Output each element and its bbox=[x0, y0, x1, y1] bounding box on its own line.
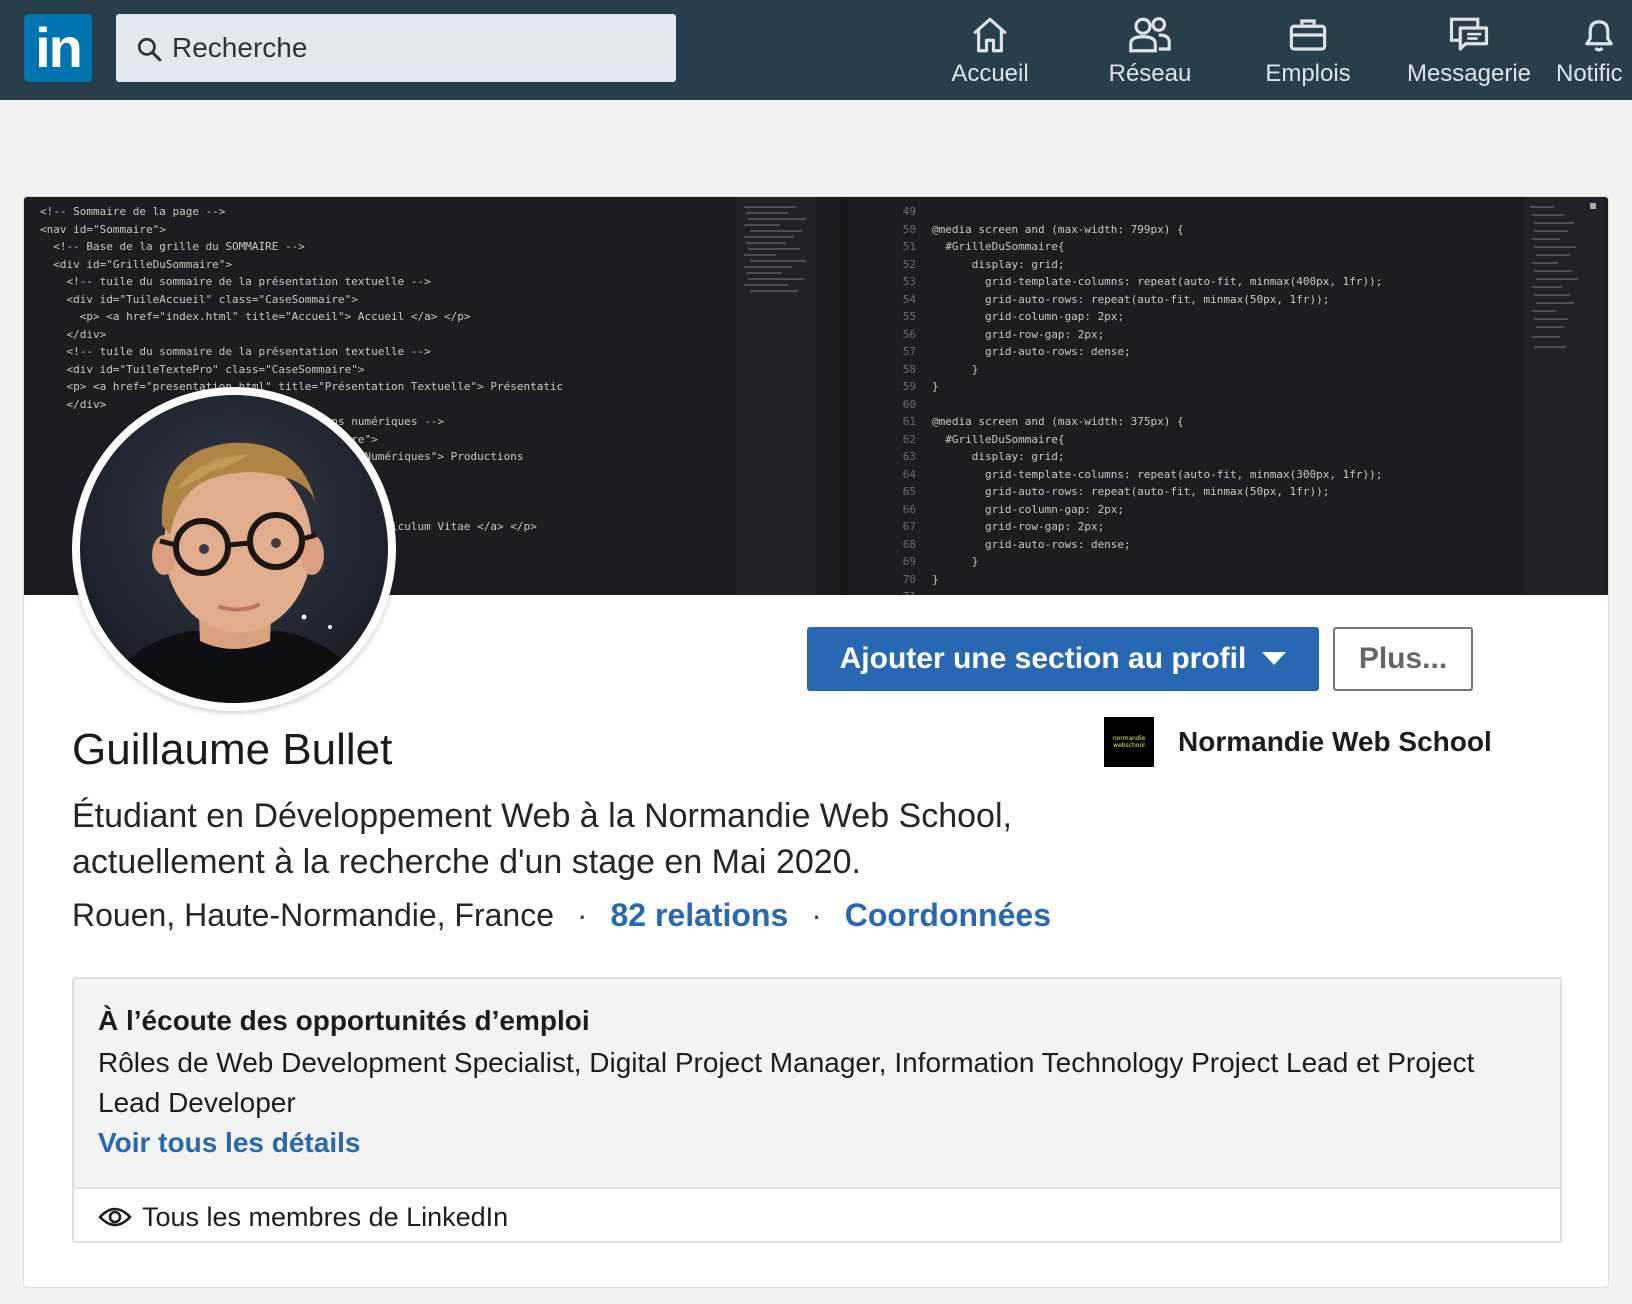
home-icon bbox=[973, 17, 1007, 53]
nav-item-home[interactable]: Accueil bbox=[934, 14, 1046, 94]
profile-photo-illustration bbox=[100, 442, 372, 703]
search-input[interactable] bbox=[172, 14, 662, 82]
open-to-work-roles: Rôles de Web Development Specialist, Dig… bbox=[98, 1047, 1475, 1118]
open-to-work-title: À l’écoute des opportunités d’emploi bbox=[98, 1005, 590, 1036]
caret-down-icon bbox=[1262, 652, 1287, 665]
separator-dot: · bbox=[576, 897, 588, 933]
banner-line-numbers: 49 50 51 52 53 54 55 56 57 58 59 60 61 6… bbox=[902, 205, 916, 595]
education-link[interactable]: normandie webschool Normandie Web School bbox=[1104, 717, 1492, 767]
banner-split-divider bbox=[840, 197, 848, 595]
visibility-row: Tous les membres de LinkedIn bbox=[74, 1187, 1560, 1241]
profile-meta: Rouen, Haute-Normandie, France · 82 rela… bbox=[72, 897, 1051, 934]
eye-icon bbox=[98, 1207, 132, 1227]
nav-item-label: Réseau bbox=[1108, 60, 1192, 87]
banner-minimap-right bbox=[1524, 197, 1604, 595]
network-icon bbox=[1129, 17, 1171, 53]
open-to-work-content: À l’écoute des opportunités d’emploi Rôl… bbox=[74, 979, 1560, 1187]
contact-info-link[interactable]: Coordonnées bbox=[845, 897, 1051, 933]
nav-item-notifications[interactable]: Notific bbox=[1556, 14, 1632, 94]
profile-headline: Étudiant en Développement Web à la Norma… bbox=[72, 797, 1012, 881]
open-to-work-box: À l’écoute des opportunités d’emploi Rôl… bbox=[72, 977, 1562, 1243]
profile-photo bbox=[80, 395, 388, 703]
school-name: Normandie Web School bbox=[1178, 726, 1492, 757]
connections-link[interactable]: 82 relations bbox=[610, 897, 788, 933]
messaging-icon bbox=[1449, 17, 1489, 51]
profile-location: Rouen, Haute-Normandie, France bbox=[72, 897, 555, 933]
search-icon bbox=[137, 37, 162, 62]
bell-icon bbox=[1585, 20, 1613, 52]
minimap-lines-right bbox=[1530, 203, 1596, 348]
nav-item-jobs[interactable]: Emplois bbox=[1256, 14, 1360, 94]
separator-dot: · bbox=[811, 897, 822, 933]
add-profile-section-button[interactable]: Ajouter une section au profil bbox=[807, 627, 1319, 691]
nav-item-label: Messagerie bbox=[1406, 60, 1532, 87]
minimap-lines bbox=[744, 206, 806, 292]
more-button[interactable]: Plus... bbox=[1333, 627, 1473, 691]
nav-item-label: Emplois bbox=[1265, 60, 1351, 87]
add-profile-section-label: Ajouter une section au profil bbox=[839, 642, 1247, 675]
profile-photo-frame[interactable] bbox=[72, 387, 396, 711]
briefcase-icon bbox=[1289, 19, 1327, 51]
visibility-label: Tous les membres de LinkedIn bbox=[142, 1201, 509, 1232]
profile-name: Guillaume Bullet bbox=[72, 725, 393, 774]
banner-minimap-left bbox=[736, 197, 816, 595]
linkedin-logo[interactable]: in bbox=[24, 14, 92, 82]
nav-item-messaging[interactable]: Messagerie bbox=[1404, 14, 1534, 94]
profile-card: <!-- Sommaire de la page --> <nav id="So… bbox=[23, 196, 1609, 1288]
search-bar[interactable] bbox=[116, 14, 676, 82]
nav-item-label: Accueil bbox=[951, 60, 1029, 87]
nav-item-network[interactable]: Réseau bbox=[1092, 14, 1208, 94]
school-logo: normandie webschool bbox=[1104, 717, 1154, 767]
nav-item-label: Notific bbox=[1556, 60, 1623, 87]
banner-code-right: @media screen and (max-width: 799px) { #… bbox=[932, 222, 1383, 586]
see-all-details-link[interactable]: Voir tous les détails bbox=[98, 1123, 1536, 1163]
top-nav: in Accueil Réseau Emplois Messagerie Not… bbox=[0, 0, 1632, 100]
